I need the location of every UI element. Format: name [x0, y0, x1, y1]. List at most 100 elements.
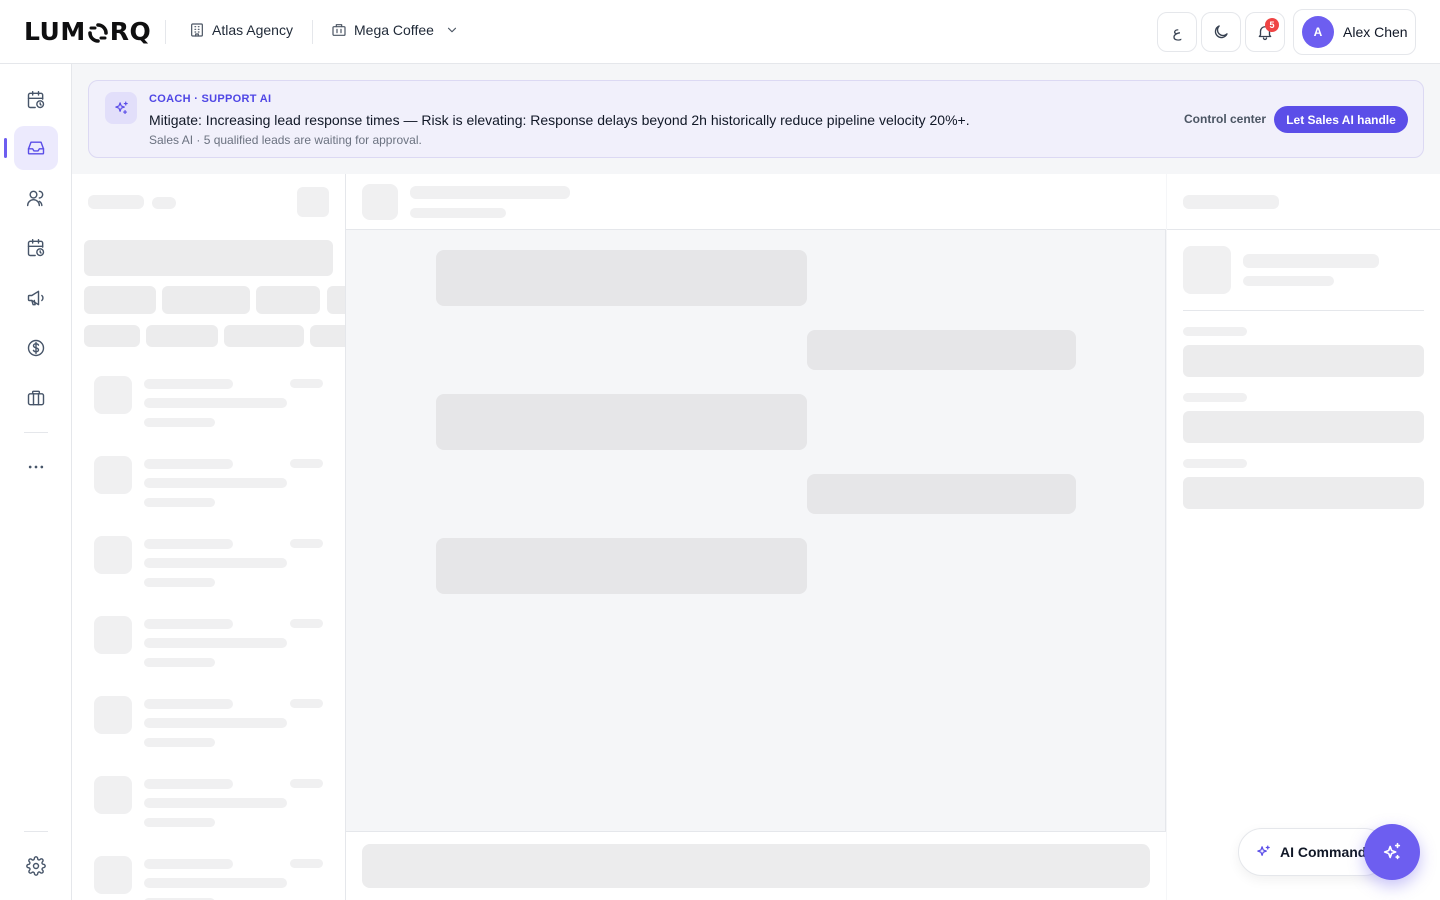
- skeleton-line: [144, 779, 233, 789]
- skeleton-action: [297, 187, 329, 217]
- list-item: [72, 694, 345, 754]
- top-bar: LUM RQ Atlas Agency Mega Coffee ع 5 A Al…: [0, 0, 1440, 64]
- skeleton-line: [410, 208, 506, 218]
- skeleton-filter: [84, 325, 140, 347]
- sidebar-item-more[interactable]: [14, 445, 58, 489]
- sidebar-item-settings[interactable]: [14, 844, 58, 888]
- user-menu-button[interactable]: A Alex Chen: [1293, 9, 1416, 55]
- skeleton-label: [1183, 327, 1247, 336]
- thread-header: [346, 174, 1166, 230]
- inbox-icon: [27, 141, 45, 155]
- skeleton-filter: [224, 325, 304, 347]
- skeleton-avatar: [94, 856, 132, 894]
- details-header: [1167, 174, 1440, 230]
- logo-mark-icon: [87, 21, 109, 43]
- skeleton-line: [144, 539, 233, 549]
- notifications-button[interactable]: 5: [1245, 12, 1285, 52]
- calendar-clock-icon: [27, 238, 45, 257]
- list-item: [72, 614, 345, 674]
- ai-assistant-fab[interactable]: [1364, 824, 1420, 880]
- sidebar-item-campaigns[interactable]: [14, 276, 58, 320]
- sidebar-divider: [24, 831, 48, 832]
- users-icon: [26, 190, 44, 207]
- skeleton-line: [290, 379, 323, 388]
- skeleton-composer: [362, 844, 1150, 888]
- skeleton-label: [1183, 393, 1247, 402]
- megaphone-icon: [27, 290, 44, 306]
- skeleton-line: [1243, 276, 1334, 286]
- logo-text-left: LUM: [24, 17, 86, 46]
- sparkles-icon: [105, 92, 137, 124]
- skeleton-line: [290, 619, 323, 628]
- skeleton-avatar: [362, 184, 398, 220]
- skeleton-line: [144, 738, 215, 747]
- theme-toggle-button[interactable]: [1201, 12, 1241, 52]
- moon-icon: [1214, 25, 1228, 39]
- skeleton-line: [144, 638, 287, 648]
- sidebar-item-billing[interactable]: [14, 326, 58, 370]
- skeleton-line: [144, 798, 287, 808]
- skeleton-avatar: [94, 696, 132, 734]
- skeleton-title: [88, 195, 144, 209]
- skeleton-message: [807, 474, 1076, 514]
- conversation-list-panel: [72, 174, 346, 900]
- skeleton-line: [290, 779, 323, 788]
- skeleton-message: [436, 394, 807, 450]
- details-divider: [1183, 310, 1424, 311]
- skeleton-line: [144, 459, 233, 469]
- list-item: [72, 454, 345, 514]
- language-button[interactable]: ع: [1157, 12, 1197, 52]
- skeleton-line: [144, 418, 215, 427]
- skeleton-message: [807, 330, 1076, 370]
- skeleton-title: [1183, 195, 1279, 209]
- agency-selector[interactable]: Atlas Agency: [189, 22, 293, 38]
- sidebar-item-calendar[interactable]: [14, 78, 58, 122]
- skeleton-line: [144, 498, 215, 507]
- brand-logo[interactable]: LUM RQ: [24, 17, 151, 46]
- chevron-down-icon: [447, 27, 456, 33]
- skeleton-line: [144, 558, 287, 568]
- skeleton-field: [1183, 411, 1424, 443]
- skeleton-message: [436, 250, 807, 306]
- sidebar-item-deals[interactable]: [14, 376, 58, 420]
- skeleton-line: [144, 878, 287, 888]
- skeleton-message: [436, 538, 807, 594]
- skeleton-chip: [327, 286, 345, 314]
- skeleton-line: [144, 398, 287, 408]
- skeleton-filter: [310, 325, 345, 347]
- sparkles-icon: [1383, 842, 1401, 860]
- workspace-selector[interactable]: Mega Coffee: [331, 22, 459, 38]
- user-name: Alex Chen: [1343, 24, 1408, 40]
- skeleton-avatar: [94, 776, 132, 814]
- skeleton-chip: [84, 286, 156, 314]
- skeleton-chip: [162, 286, 250, 314]
- sidebar-item-contacts[interactable]: [14, 176, 58, 220]
- skeleton-line: [144, 478, 287, 488]
- more-dots-icon: [28, 465, 44, 469]
- sidebar-item-inbox[interactable]: [14, 126, 58, 170]
- agency-name: Atlas Agency: [212, 22, 293, 38]
- settings-gear-icon: [26, 856, 46, 876]
- skeleton-field: [1183, 477, 1424, 509]
- logo-text-right: RQ: [109, 17, 152, 46]
- skeleton-avatar: [94, 376, 132, 414]
- skeleton-line: [290, 459, 323, 468]
- skeleton-filter: [146, 325, 218, 347]
- composer-area: [346, 831, 1166, 900]
- ai-command-label: AI Command: [1280, 844, 1367, 860]
- control-center-link[interactable]: Control center: [1184, 112, 1266, 126]
- list-item: [72, 374, 345, 434]
- banner-eyebrow: COACH · SUPPORT AI: [149, 93, 272, 105]
- sidebar-item-schedule[interactable]: [14, 226, 58, 270]
- skeleton-line: [1243, 254, 1379, 268]
- briefcase-icon: [27, 390, 45, 406]
- let-sales-ai-handle-button[interactable]: Let Sales AI handle: [1274, 106, 1408, 133]
- skeleton-avatar: [94, 536, 132, 574]
- skeleton-line: [144, 859, 233, 869]
- header-divider: [312, 20, 313, 44]
- sidebar: [0, 64, 72, 900]
- list-item: [72, 854, 345, 900]
- skeleton-line: [290, 859, 323, 868]
- active-indicator: [4, 138, 7, 158]
- coach-banner: COACH · SUPPORT AI Mitigate: Increasing …: [88, 80, 1424, 158]
